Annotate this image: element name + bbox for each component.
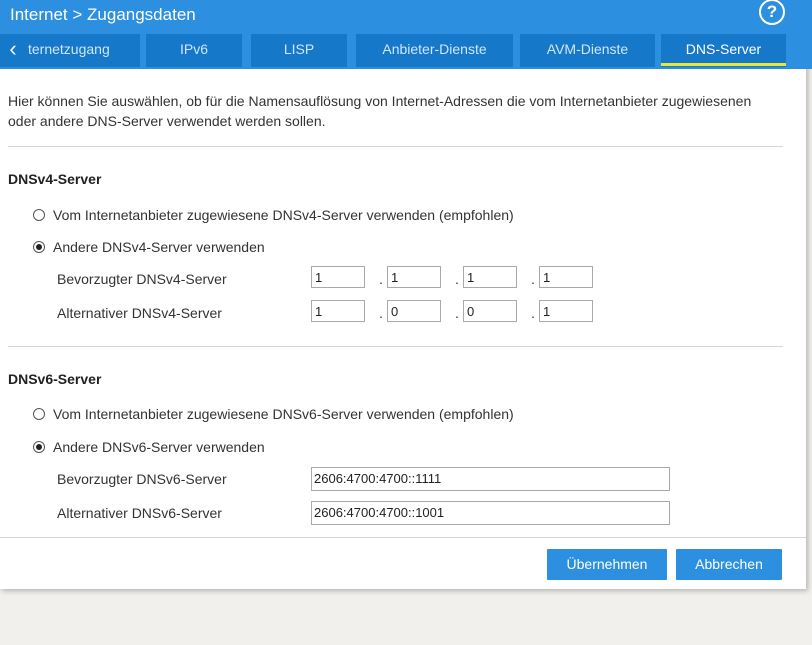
octet-separator: . xyxy=(455,271,459,287)
help-icon[interactable]: ? xyxy=(759,0,785,25)
divider xyxy=(8,146,783,147)
divider xyxy=(8,346,783,347)
tab-anbieter-dienste[interactable]: Anbieter-Dienste xyxy=(356,34,513,67)
tab-dns-server[interactable]: DNS-Server xyxy=(661,34,786,67)
tab-lisp[interactable]: LISP xyxy=(251,34,347,67)
dnsv6-other-radio[interactable] xyxy=(33,441,45,453)
octet-separator: . xyxy=(379,271,383,287)
apply-button[interactable]: Übernehmen xyxy=(547,549,667,580)
dnsv4-preferred-label: Bevorzugter DNSv4-Server xyxy=(57,271,227,287)
dnsv4-preferred-octet-4[interactable]: 1 xyxy=(539,266,593,288)
chevron-left-icon[interactable]: ‹ xyxy=(0,34,26,67)
dnsv4-preferred-octet-2[interactable]: 1 xyxy=(387,266,441,288)
tab-ipv6[interactable]: IPv6 xyxy=(146,34,242,67)
tab-bar: ‹ ternetzugang IPv6 LISP Anbieter-Dienst… xyxy=(0,34,812,69)
dnsv4-alternative-octet-3[interactable]: 0 xyxy=(463,300,517,322)
dnsv4-alternative-label: Alternativer DNSv4-Server xyxy=(57,305,222,321)
dnsv6-alternative-input[interactable]: 2606:4700:4700::1001 xyxy=(311,501,670,525)
active-tab-indicator xyxy=(661,63,786,66)
dnsv4-alternative-octet-2[interactable]: 0 xyxy=(387,300,441,322)
tab-internetzugang-label: ternetzugang xyxy=(28,41,110,57)
dnsv4-preferred-octet-3[interactable]: 1 xyxy=(463,266,517,288)
intro-text: Hier können Sie auswählen, ob für die Na… xyxy=(8,93,752,129)
octet-separator: . xyxy=(531,305,535,321)
dnsv6-preferred-label: Bevorzugter DNSv6-Server xyxy=(57,471,227,487)
dnsv4-other-radio[interactable] xyxy=(33,241,45,253)
dnsv6-preferred-input[interactable]: 2606:4700:4700::1111 xyxy=(311,467,670,491)
dnsv6-provider-label[interactable]: Vom Internetanbieter zugewiesene DNSv6-S… xyxy=(53,406,514,422)
octet-separator: . xyxy=(455,305,459,321)
cancel-button[interactable]: Abbrechen xyxy=(676,549,782,580)
dnsv4-provider-label[interactable]: Vom Internetanbieter zugewiesene DNSv4-S… xyxy=(53,207,514,223)
dnsv6-section-title: DNSv6-Server xyxy=(8,371,102,387)
footer-divider xyxy=(0,537,806,538)
title-bar: Internet > Zugangsdaten ? xyxy=(0,0,812,34)
dnsv6-provider-radio[interactable] xyxy=(33,408,45,420)
dnsv4-other-label[interactable]: Andere DNSv4-Server verwenden xyxy=(53,239,265,255)
tab-internetzugang[interactable]: ‹ ternetzugang xyxy=(0,34,140,67)
dnsv4-provider-radio[interactable] xyxy=(33,209,45,221)
octet-separator: . xyxy=(379,305,383,321)
dnsv6-alternative-label: Alternativer DNSv6-Server xyxy=(57,505,222,521)
tab-avm-dienste[interactable]: AVM-Dienste xyxy=(520,34,655,67)
dnsv6-other-label[interactable]: Andere DNSv6-Server verwenden xyxy=(53,439,265,455)
tab-dns-server-label: DNS-Server xyxy=(685,41,762,57)
dialog-panel: Internet > Zugangsdaten ? ‹ ternetzugang… xyxy=(0,0,812,589)
octet-separator: . xyxy=(531,271,535,287)
dnsv4-section-title: DNSv4-Server xyxy=(8,171,102,187)
dnsv4-alternative-octet-4[interactable]: 1 xyxy=(539,300,593,322)
dnsv4-preferred-octet-1[interactable]: 1 xyxy=(311,266,365,288)
dnsv4-alternative-octet-1[interactable]: 1 xyxy=(311,300,365,322)
page-title: Internet > Zugangsdaten xyxy=(10,5,196,24)
